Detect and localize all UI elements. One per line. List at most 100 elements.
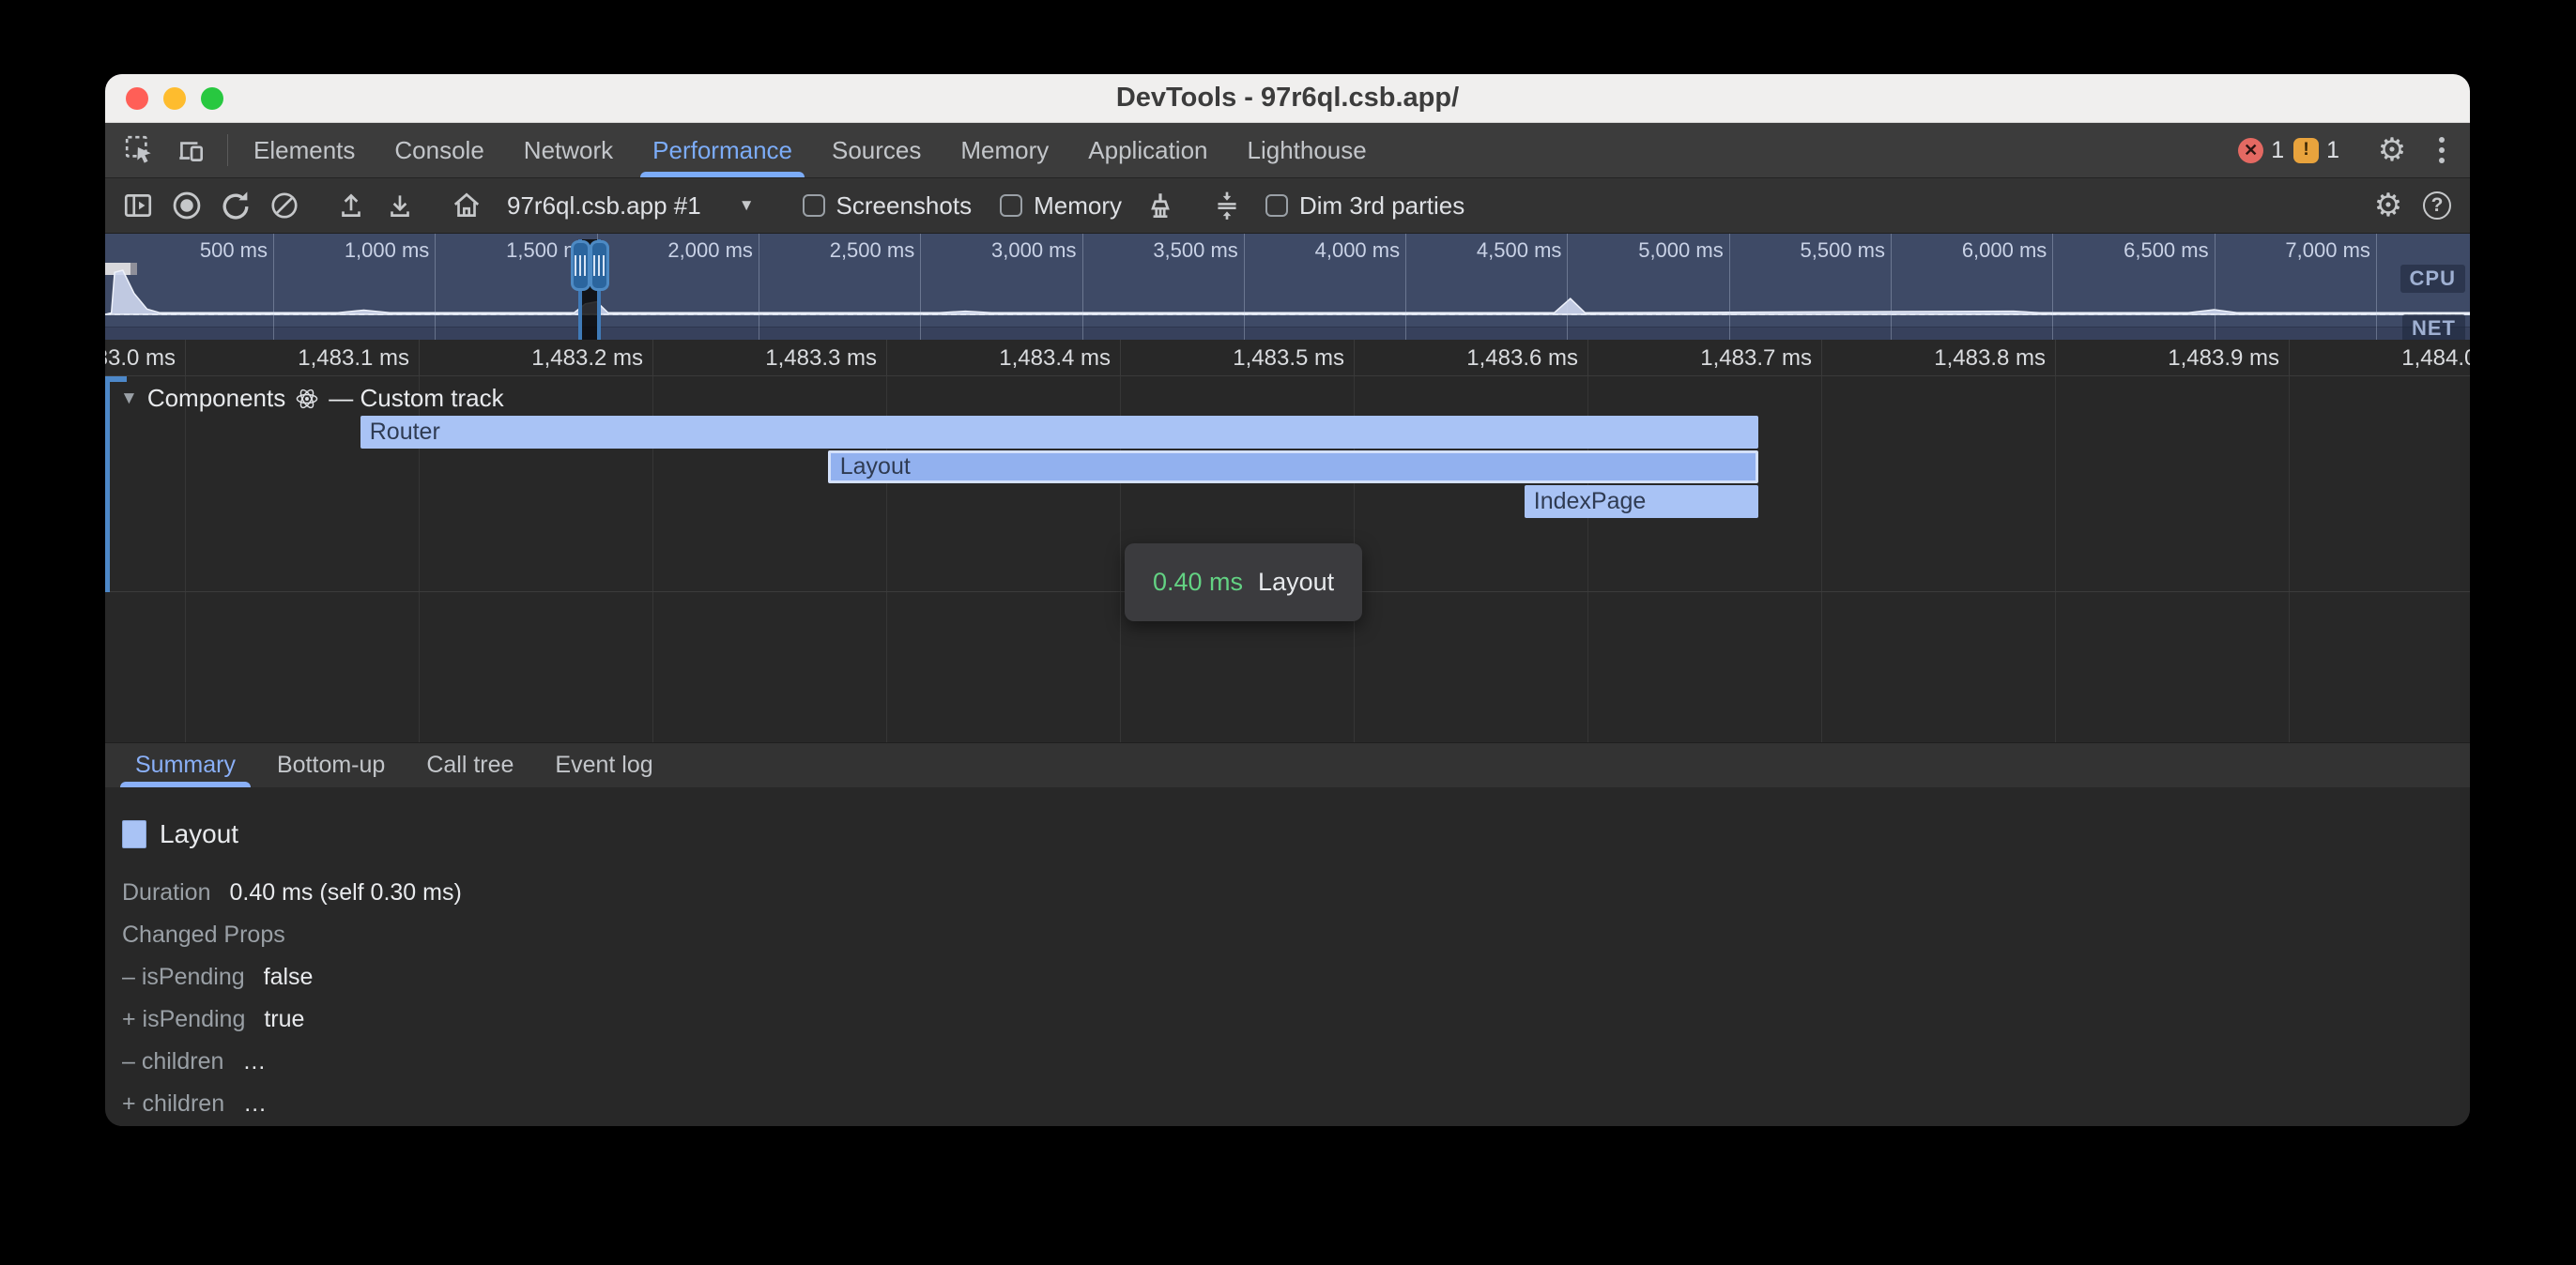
overview-tick-label: 4,500 ms	[1477, 238, 1562, 263]
ruler-tick-label: 1,483.3 ms	[765, 345, 877, 372]
ruler-gridline	[1120, 340, 1121, 375]
checkbox-box	[803, 194, 825, 217]
performance-settings-gear-icon[interactable]: ⚙	[2367, 184, 2410, 227]
overview-gridline	[1567, 234, 1568, 340]
overview-tick-label: 1,000 ms	[345, 238, 430, 263]
zoom-window-button[interactable]	[201, 87, 223, 110]
dim-3rd-parties-checkbox[interactable]: Dim 3rd parties	[1254, 191, 1476, 221]
summary-row-children-new: + children …	[122, 1083, 2470, 1125]
record-and-reload-icon[interactable]	[214, 184, 257, 227]
ruler-tick-label: 1,483.2 ms	[531, 345, 643, 372]
ruler-tick-label: 1,483.1 ms	[298, 345, 409, 372]
memory-checkbox[interactable]: Memory	[989, 191, 1133, 221]
summary-event-title: Layout	[160, 819, 238, 849]
tab-console[interactable]: Console	[375, 123, 503, 177]
home-icon[interactable]	[445, 184, 488, 227]
selection-right-handle[interactable]	[590, 240, 609, 291]
device-toolbar-icon[interactable]	[169, 129, 212, 172]
collect-garbage-icon[interactable]	[1139, 184, 1182, 227]
ruler-tick-label: 1,483.4 ms	[999, 345, 1111, 372]
overview-gridline	[1729, 234, 1730, 340]
ruler-tick-label: 1,484.0 ms	[2401, 345, 2470, 372]
overview-tick-label: 7,000 ms	[2285, 238, 2370, 263]
ruler-gridline	[185, 340, 186, 375]
ruler-gridline	[2289, 340, 2290, 375]
devtools-window: DevTools - 97r6ql.csb.app/ Elements Cons…	[105, 74, 2470, 1126]
ruler-gridline	[1587, 340, 1588, 375]
detail-time-ruler: 1,483.0 ms 1,483.1 ms 1,483.2 ms 1,483.3 ms…	[105, 340, 2470, 376]
console-errors-badge[interactable]: ✕ 1	[2238, 137, 2284, 164]
tab-elements[interactable]: Elements	[234, 123, 375, 177]
devtools-tabbar: Elements Console Network Performance Sou…	[105, 123, 2470, 178]
summary-row-children-old: – children …	[122, 1041, 2470, 1083]
tab-memory[interactable]: Memory	[941, 123, 1068, 177]
tab-summary[interactable]: Summary	[115, 743, 256, 787]
flame-chart[interactable]: ▼ Components — Custom track RouterLayout…	[105, 376, 2470, 742]
flame-bar-router[interactable]: Router	[360, 416, 1758, 449]
ruler-gridline	[419, 340, 420, 375]
flatten-events-icon[interactable]	[1205, 184, 1249, 227]
tab-sources[interactable]: Sources	[812, 123, 941, 177]
clear-icon[interactable]	[263, 184, 306, 227]
save-profile-icon[interactable]	[378, 184, 422, 227]
overview-tick-label: 3,000 ms	[991, 238, 1077, 263]
overview-gridline	[2376, 234, 2377, 340]
more-options-icon[interactable]	[2423, 129, 2461, 172]
cpu-track-badge: CPU	[2400, 265, 2465, 293]
summary-row-changed-props: Changed Props	[122, 914, 2470, 956]
chevron-down-icon: ▼	[739, 196, 755, 215]
tab-lighthouse[interactable]: Lighthouse	[1228, 123, 1387, 177]
ruler-tick-label: 1,483.0 ms	[105, 345, 176, 372]
ruler-gridline	[886, 340, 887, 375]
inspect-element-icon[interactable]	[118, 129, 161, 172]
overview-gridline	[2052, 234, 2053, 340]
ruler-tick-label: 1,483.8 ms	[1934, 345, 2046, 372]
tab-network[interactable]: Network	[504, 123, 633, 177]
details-tabbar: Summary Bottom-up Call tree Event log	[105, 742, 2470, 787]
overview-gridline	[435, 234, 436, 340]
toggle-sidebar-icon[interactable]	[116, 184, 160, 227]
overview-gridline	[273, 234, 274, 340]
flame-bar-indexpage[interactable]: IndexPage	[1525, 485, 1758, 518]
tab-performance[interactable]: Performance	[633, 123, 812, 177]
tooltip-event-name: Layout	[1258, 568, 1334, 597]
flame-event-tooltip: 0.40 ms Layout	[1125, 543, 1362, 621]
overview-tick-label: 4,000 ms	[1315, 238, 1401, 263]
overview-tick-label: 3,500 ms	[1153, 238, 1238, 263]
help-icon[interactable]: ?	[2415, 184, 2459, 227]
net-track-badge: NET	[2402, 314, 2465, 340]
record-icon[interactable]	[165, 184, 208, 227]
ruler-gridline	[1821, 340, 1822, 375]
settings-gear-icon[interactable]: ⚙	[2370, 129, 2414, 172]
divider	[227, 134, 228, 166]
selection-left-handle[interactable]	[571, 240, 590, 291]
tab-application[interactable]: Application	[1068, 123, 1227, 177]
tab-event-log[interactable]: Event log	[534, 743, 673, 787]
active-tab-underline	[640, 172, 805, 177]
profile-history-select[interactable]: 97r6ql.csb.app #1 ▼	[494, 191, 768, 221]
console-warnings-badge[interactable]: ! 1	[2293, 137, 2339, 164]
warning-icon: !	[2293, 138, 2319, 163]
ruler-tick-label: 1,483.6 ms	[1466, 345, 1578, 372]
load-profile-icon[interactable]	[330, 184, 373, 227]
active-tab-underline	[120, 782, 251, 787]
tab-call-tree[interactable]: Call tree	[406, 743, 534, 787]
ruler-tick-label: 1,483.5 ms	[1233, 345, 1344, 372]
flame-bar-layout[interactable]: Layout	[828, 450, 1758, 483]
overview-tick-label: 500 ms	[200, 238, 268, 263]
overview-gridline	[920, 234, 921, 340]
close-window-button[interactable]	[126, 87, 148, 110]
summary-panel: Layout Duration 0.40 ms (self 0.30 ms) C…	[105, 787, 2470, 1126]
overview-gridline	[1244, 234, 1245, 340]
screenshots-checkbox[interactable]: Screenshots	[791, 191, 984, 221]
overview-gridline	[2215, 234, 2216, 340]
tab-bottom-up[interactable]: Bottom-up	[256, 743, 406, 787]
overview-tick-label: 6,000 ms	[1962, 238, 2047, 263]
overview-tick-label: 2,500 ms	[830, 238, 915, 263]
overview-gridline	[1891, 234, 1892, 340]
overview-tick-label: 5,500 ms	[1801, 238, 1886, 263]
summary-row-ispending-new: + isPending true	[122, 998, 2470, 1041]
timeline-overview[interactable]: 500 ms1,000 ms1,500 ms2,000 ms2,500 ms3,…	[105, 234, 2470, 340]
overview-tick-label: 6,500 ms	[2124, 238, 2209, 263]
minimize-window-button[interactable]	[163, 87, 186, 110]
